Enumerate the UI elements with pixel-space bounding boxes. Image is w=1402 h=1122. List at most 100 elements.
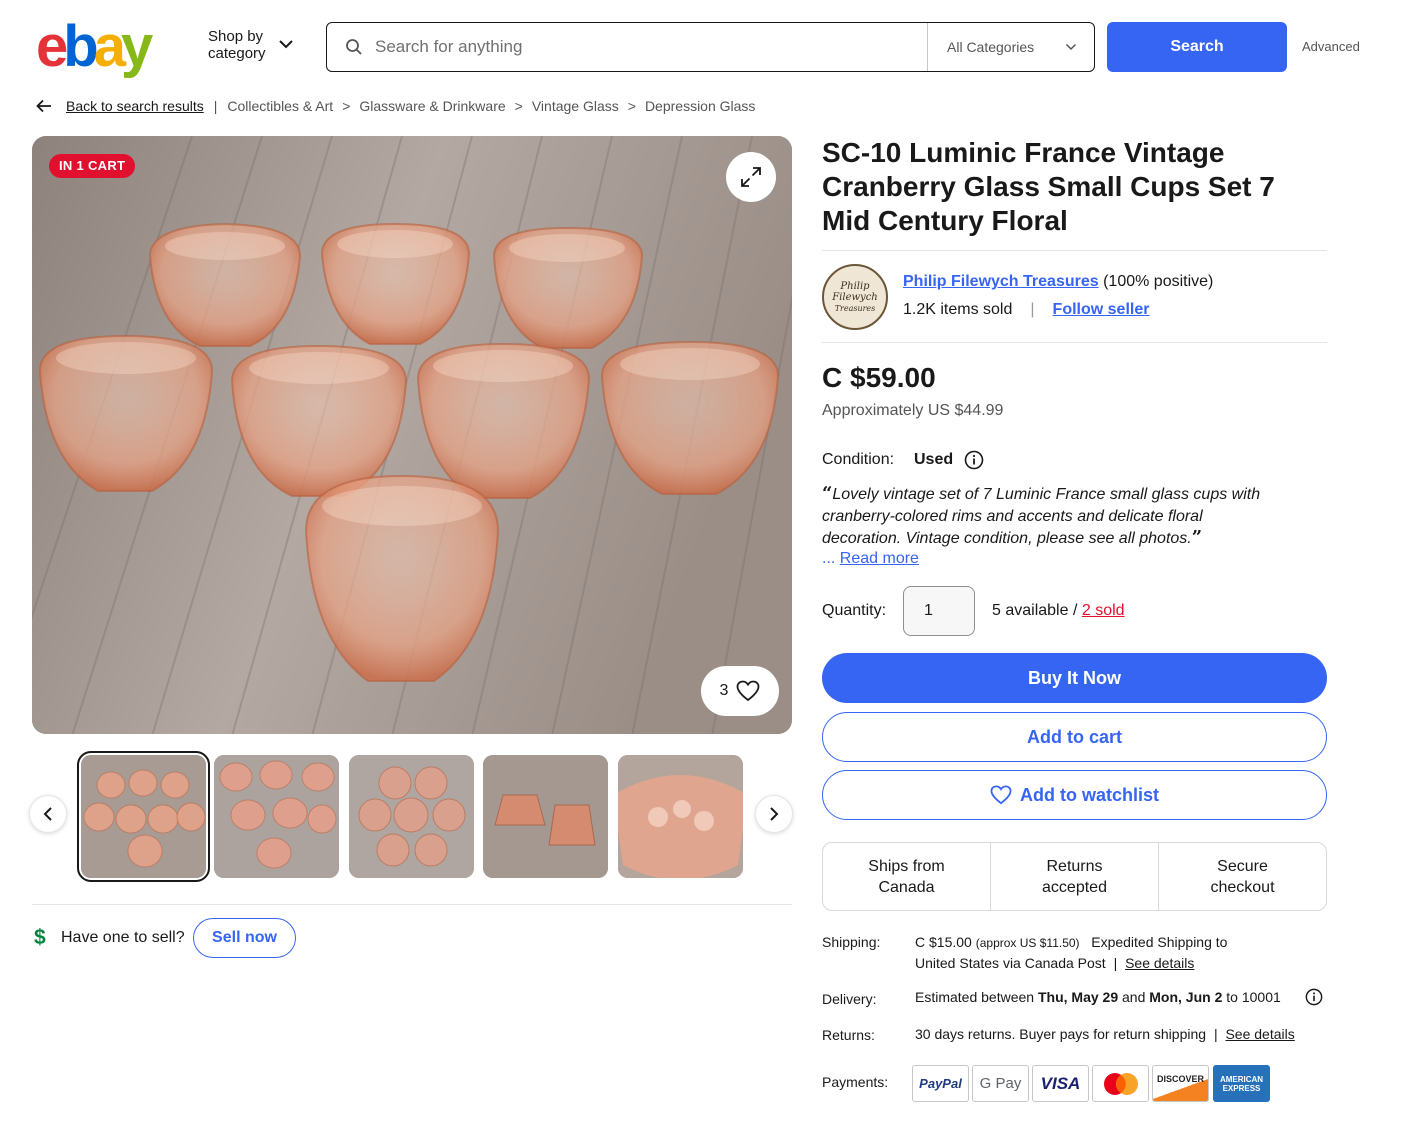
breadcrumb-item[interactable]: Collectibles & Art <box>227 98 333 114</box>
google-pay-icon: G Pay <box>972 1065 1029 1102</box>
thumbnail-photo <box>214 755 339 878</box>
divider <box>32 904 792 905</box>
sell-now-button[interactable]: Sell now <box>193 918 296 958</box>
delivery-value: Estimated between Thu, May 29 and Mon, J… <box>915 987 1281 1007</box>
main-product-image[interactable] <box>32 136 792 734</box>
add-to-watchlist-label: Add to watchlist <box>1020 784 1159 805</box>
item-title: SC-10 Luminic France Vintage Cranberry G… <box>822 137 1275 236</box>
seller-logo-text: Filewych <box>832 291 878 303</box>
chevron-down-icon[interactable] <box>278 38 294 50</box>
price: C $59.00 <box>822 362 936 393</box>
divider <box>822 342 1327 343</box>
paypal-label: PayPal <box>919 1076 962 1091</box>
feature-highlights: Ships from Canada Returns accepted Secur… <box>822 842 1327 911</box>
buy-it-now-button[interactable]: Buy It Now <box>822 653 1327 703</box>
visa-label: VISA <box>1040 1073 1081 1093</box>
expand-icon <box>741 167 761 187</box>
shop-by-category-button[interactable]: Shop by category <box>208 28 266 62</box>
items-sold: 1.2K items sold <box>903 301 1013 318</box>
item-description-quote: “Lovely vintage set of 7 Luminic France … <box>822 483 1262 550</box>
info-icon[interactable] <box>1305 988 1323 1006</box>
discover-icon: DISCOVER <box>1152 1065 1209 1102</box>
amex-label: AMERICAN EXPRESS <box>1219 1074 1264 1093</box>
payments-label: Payments: <box>822 1074 889 1090</box>
back-arrow-icon[interactable] <box>36 99 52 113</box>
next-image-button[interactable] <box>755 795 793 833</box>
chevron-right-icon <box>770 807 779 821</box>
thumbnail-5[interactable] <box>618 755 743 878</box>
breadcrumb-item[interactable]: Vintage Glass <box>532 98 619 114</box>
delivery-label: Delivery: <box>822 991 877 1007</box>
quote-open: “ <box>822 483 833 504</box>
shipping-value: C $15.00 (approx US $11.50) Expedited Sh… <box>915 932 1227 973</box>
thumbnail-4[interactable] <box>483 755 608 878</box>
thumbnail-3[interactable] <box>349 755 474 878</box>
thumbnail-photo <box>81 755 206 878</box>
prev-image-button[interactable] <box>29 795 67 833</box>
shipping-price: C $15.00 <box>915 934 972 950</box>
returns-feature: Returns accepted <box>990 843 1158 910</box>
ebay-logo[interactable]: ebay <box>36 16 153 78</box>
search-bar[interactable]: Search for anything All Categories <box>326 22 1095 72</box>
add-to-watchlist-button[interactable]: Add to watchlist <box>822 770 1327 820</box>
sell-prompt: Have one to sell? <box>61 929 185 946</box>
glass-cups-photo <box>32 136 792 734</box>
condition-label: Condition: <box>822 451 895 468</box>
secure-checkout-feature: Secure checkout <box>1158 843 1326 910</box>
follow-seller-link[interactable]: Follow seller <box>1053 301 1150 319</box>
in-cart-badge: IN 1 CART <box>49 154 136 178</box>
shipping-approx: (approx US $11.50) <box>975 936 1080 950</box>
expand-image-button[interactable] <box>726 152 776 202</box>
quote-close: ” <box>1191 527 1203 548</box>
search-icon <box>346 39 362 55</box>
add-to-cart-button[interactable]: Add to cart <box>822 712 1327 762</box>
heart-icon <box>990 785 1012 805</box>
breadcrumb-item[interactable]: Glassware & Drinkware <box>359 98 505 114</box>
info-icon[interactable] <box>964 450 984 470</box>
thumbnail-photo <box>483 755 608 878</box>
seller-name-link[interactable]: Philip Filewych Treasures <box>903 273 1099 290</box>
search-input[interactable]: Search for anything <box>375 37 522 57</box>
watch-count-button[interactable]: 3 <box>701 666 779 716</box>
delivery-and: and <box>1122 989 1146 1005</box>
thumbnail-photo <box>618 755 743 878</box>
category-select[interactable]: All Categories <box>947 39 1034 55</box>
availability: 5 available / 2 sold <box>992 602 1125 620</box>
add-to-cart-label: Add to cart <box>1026 726 1122 747</box>
approx-price: Approximately US $44.99 <box>822 402 1004 419</box>
breadcrumb: Back to search results | Collectibles & … <box>36 96 755 116</box>
category-label: category <box>208 45 266 62</box>
returns-text: 30 days returns. Buyer pays for return s… <box>915 1026 1207 1042</box>
advanced-search-link[interactable]: Advanced <box>1302 39 1360 54</box>
chevron-left-icon <box>43 807 52 821</box>
seller-rating: (100% positive) <box>1103 273 1214 290</box>
breadcrumb-separator: > <box>627 98 636 114</box>
breadcrumb-item[interactable]: Depression Glass <box>645 98 756 114</box>
mastercard-icon <box>1092 1065 1149 1102</box>
divider <box>822 250 1327 251</box>
shipping-see-details-link[interactable]: See details <box>1125 955 1194 971</box>
chevron-down-icon[interactable] <box>1065 43 1077 51</box>
divider-pipe: | <box>1213 1026 1218 1042</box>
thumbnail-2[interactable] <box>214 755 339 878</box>
delivery-zip: to 10001 <box>1226 989 1281 1005</box>
discover-label: DISCOVER <box>1156 1074 1204 1084</box>
seller-avatar[interactable]: Philip Filewych Treasures <box>822 264 888 330</box>
sold-link[interactable]: 2 sold <box>1082 602 1125 619</box>
seller-logo-text: Philip <box>840 280 870 292</box>
shop-by-label: Shop by <box>208 28 264 45</box>
search-button[interactable]: Search <box>1107 22 1287 72</box>
seller-info: Philip Filewych Treasures (100% positive… <box>903 273 1213 291</box>
back-to-results-link[interactable]: Back to search results <box>66 98 204 114</box>
mastercard-logo <box>1103 1072 1138 1095</box>
quantity-input[interactable] <box>903 586 975 636</box>
delivery-end: Mon, Jun 2 <box>1149 989 1223 1005</box>
read-more-link[interactable]: Read more <box>840 550 919 567</box>
returns-see-details-link[interactable]: See details <box>1225 1026 1294 1042</box>
stats-divider: | <box>1030 301 1035 318</box>
gpay-label: G Pay <box>979 1075 1022 1092</box>
thumbnail-1[interactable] <box>77 751 210 882</box>
thumbnail-photo <box>349 755 474 878</box>
quantity-label: Quantity: <box>822 602 887 619</box>
read-more-ellipsis: ... <box>822 550 836 567</box>
